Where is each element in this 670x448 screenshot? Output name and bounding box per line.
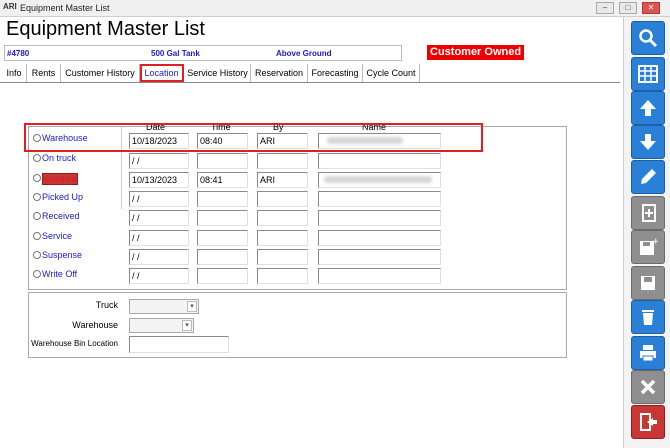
by-field[interactable] (257, 210, 308, 226)
bin-location-label: Warehouse Bin Location (31, 339, 118, 348)
app-icon: ARI (3, 2, 17, 11)
by-field[interactable] (257, 230, 308, 246)
maximize-button[interactable]: □ (619, 2, 637, 14)
search-icon[interactable] (631, 21, 665, 55)
date-field[interactable]: / / (129, 249, 189, 265)
name-field[interactable] (318, 172, 441, 188)
status-label: On truck (42, 153, 77, 163)
date-field[interactable]: / / (129, 268, 189, 284)
status-label: Write Off (42, 269, 78, 279)
time-field[interactable] (197, 249, 248, 265)
action-toolbar: + (623, 17, 670, 448)
grid-icon[interactable] (631, 57, 665, 91)
name-field[interactable] (318, 268, 441, 284)
time-field[interactable] (197, 191, 248, 207)
bin-location-input[interactable] (129, 336, 229, 353)
cancel-icon[interactable] (631, 370, 665, 404)
tab-forecasting[interactable]: Forecasting (308, 64, 363, 82)
tab-divider (0, 82, 620, 83)
by-field[interactable] (257, 191, 308, 207)
time-field[interactable] (197, 230, 248, 246)
date-field[interactable]: / / (129, 153, 189, 169)
time-field[interactable] (197, 153, 248, 169)
status-label: Suspense (42, 250, 83, 260)
truck-label: Truck (95, 300, 118, 310)
name-field[interactable] (318, 230, 441, 246)
truck-select[interactable]: ▾ (129, 299, 199, 314)
chevron-down-icon[interactable]: ▾ (187, 301, 197, 312)
equipment-type: Above Ground (276, 49, 332, 58)
page-title: Equipment Master List (6, 18, 205, 40)
highlight-box (24, 123, 483, 152)
tab-info[interactable]: Info (2, 64, 27, 82)
time-field[interactable] (197, 210, 248, 226)
radio-button[interactable] (33, 251, 41, 259)
arrow-down-icon[interactable] (631, 125, 665, 159)
print-icon[interactable] (631, 336, 665, 370)
date-field[interactable]: / / (129, 230, 189, 246)
date-field[interactable]: / / (129, 191, 189, 207)
by-field[interactable] (257, 268, 308, 284)
exit-icon[interactable] (631, 405, 665, 439)
radio-button[interactable] (33, 193, 41, 201)
minimize-button[interactable]: – (596, 2, 614, 14)
date-field[interactable]: / / (129, 210, 189, 226)
arrow-up-icon[interactable] (631, 91, 665, 125)
save-icon[interactable] (631, 266, 665, 300)
warehouse-label: Warehouse (72, 320, 118, 330)
trash-icon[interactable] (631, 300, 665, 334)
close-button[interactable]: ✕ (642, 2, 660, 14)
tab-location[interactable]: Location (140, 64, 184, 82)
by-field[interactable] (257, 249, 308, 265)
status-label: Installed (42, 173, 78, 185)
equipment-id: #4780 (7, 49, 30, 58)
time-field[interactable] (197, 268, 248, 284)
save-add-icon[interactable]: + (631, 230, 665, 264)
radio-button[interactable] (33, 212, 41, 220)
name-field[interactable] (318, 153, 441, 169)
copy-add-icon[interactable] (631, 196, 665, 230)
status-label: Picked Up (42, 192, 84, 202)
redacted-name (324, 176, 432, 183)
date-field[interactable]: 10/13/2023 (129, 172, 189, 188)
pencil-icon[interactable] (631, 160, 665, 194)
name-field[interactable] (318, 210, 441, 226)
status-label: Service (42, 231, 73, 241)
name-field[interactable] (318, 191, 441, 207)
warehouse-select[interactable]: ▾ (129, 318, 194, 333)
equipment-info-bar: #4780 500 Gal Tank Above Ground (4, 45, 402, 61)
time-field[interactable]: 08:41 (197, 172, 248, 188)
customer-owned-badge: Customer Owned (427, 45, 525, 60)
tab-rents[interactable]: Rents (27, 64, 61, 82)
tab-service-history[interactable]: Service History (185, 64, 251, 82)
window-titlebar: ARI Equipment Master List – □ ✕ (0, 0, 670, 17)
radio-button[interactable] (33, 174, 41, 182)
by-field[interactable] (257, 153, 308, 169)
svg-text:+: + (652, 237, 658, 247)
tab-reservation[interactable]: Reservation (251, 64, 308, 82)
chevron-down-icon[interactable]: ▾ (182, 320, 192, 331)
radio-button[interactable] (33, 154, 41, 162)
radio-button[interactable] (33, 270, 41, 278)
window-title: Equipment Master List (20, 3, 110, 13)
tab-bar: Info Rents Customer History Location Ser… (2, 64, 422, 82)
tab-cycle-count[interactable]: Cycle Count (363, 64, 420, 82)
by-field[interactable]: ARI (257, 172, 308, 188)
equipment-size: 500 Gal Tank (151, 49, 200, 58)
status-label: Received (42, 211, 80, 221)
name-field[interactable] (318, 249, 441, 265)
radio-button[interactable] (33, 232, 41, 240)
tab-customer-history[interactable]: Customer History (61, 64, 140, 82)
